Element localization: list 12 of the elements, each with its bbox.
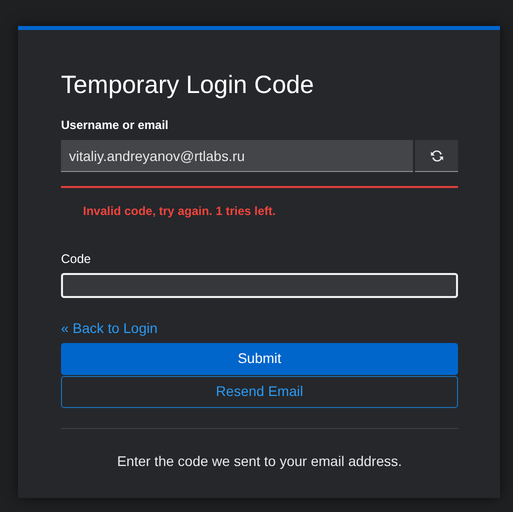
- code-field[interactable]: [61, 272, 458, 298]
- error-message: Invalid code, try again. 1 tries left.: [83, 203, 277, 220]
- reset-button[interactable]: [415, 140, 458, 172]
- field-label: Code: [61, 251, 92, 268]
- field-label: Username or email: [61, 117, 170, 134]
- refresh-icon: [430, 148, 444, 162]
- page-title: Temporary Login Code: [61, 70, 315, 100]
- resend-button[interactable]: Resend Email: [61, 376, 458, 408]
- username-field[interactable]: vitaliy.andreyanov@rtlabs.ru: [61, 140, 413, 172]
- submit-button[interactable]: Submit: [61, 342, 458, 375]
- info-text: Enter the code we sent to your email address.: [116, 452, 403, 471]
- back-link[interactable]: « Back to Login: [61, 318, 158, 339]
